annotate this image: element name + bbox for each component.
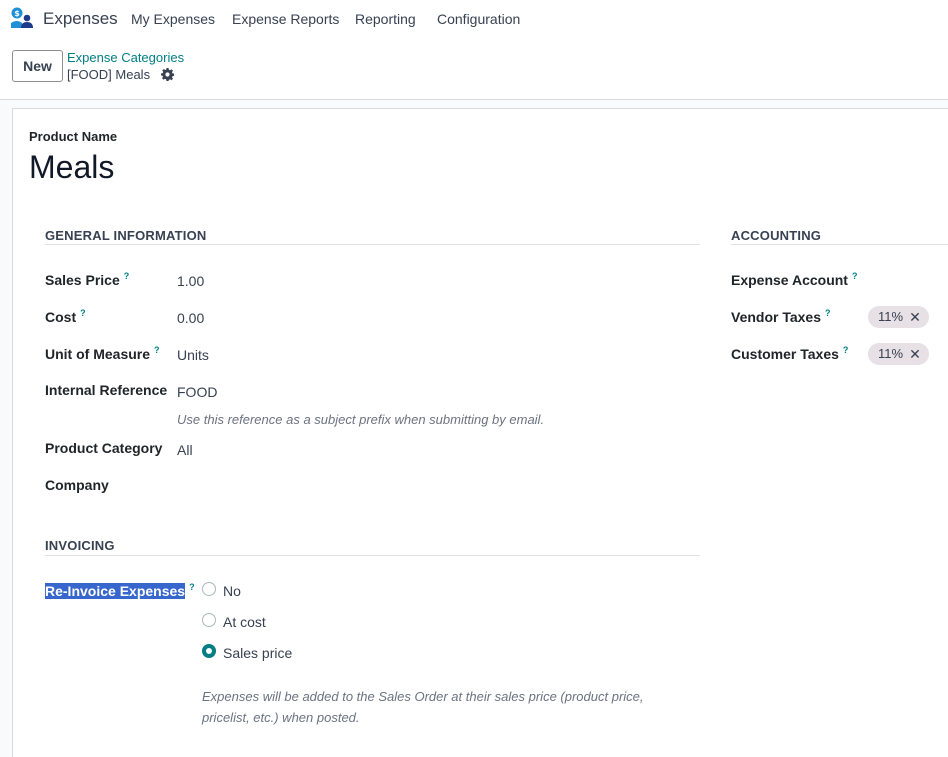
internal-reference-field[interactable]: FOOD: [177, 384, 217, 400]
help-tooltip-icon[interactable]: ?: [189, 582, 195, 592]
breadcrumb-expense-categories[interactable]: Expense Categories: [67, 50, 184, 65]
expenses-app-logo[interactable]: $: [10, 7, 34, 29]
help-tooltip-icon[interactable]: ?: [852, 271, 858, 281]
menu-my-expenses[interactable]: My Expenses: [131, 11, 215, 27]
control-panel: New Expense Categories [FOOD] Meals: [0, 38, 948, 100]
product-category-field[interactable]: All: [177, 442, 193, 458]
cost-label: Cost?: [45, 308, 86, 325]
breadcrumb-current-record: [FOOD] Meals: [67, 67, 151, 82]
internal-reference-label: Internal Reference: [45, 382, 168, 398]
tag-label: 11%: [878, 309, 904, 324]
section-accounting: ACCOUNTING: [731, 228, 822, 243]
section-divider: [45, 555, 700, 556]
menu-expense-reports[interactable]: Expense Reports: [232, 11, 339, 27]
cost-field[interactable]: 0.00: [177, 310, 204, 326]
help-tooltip-icon[interactable]: ?: [124, 271, 130, 281]
help-tooltip-icon[interactable]: ?: [825, 308, 831, 318]
remove-tag-icon[interactable]: ✕: [909, 343, 921, 365]
product-name-field[interactable]: Meals: [29, 149, 114, 186]
product-category-label: Product Category: [45, 440, 163, 456]
section-divider: [45, 244, 700, 245]
internal-reference-help: Use this reference as a subject prefix w…: [177, 412, 545, 427]
menu-reporting[interactable]: Reporting: [355, 11, 416, 27]
sales-price-label: Sales Price?: [45, 271, 130, 288]
form-sheet: [12, 108, 948, 757]
help-tooltip-icon[interactable]: ?: [80, 308, 86, 318]
sales-price-field[interactable]: 1.00: [177, 273, 204, 289]
radio-no[interactable]: [202, 582, 216, 596]
customer-tax-tag: 11% ✕: [868, 343, 929, 365]
radio-at-cost[interactable]: [202, 613, 216, 627]
reinvoice-expenses-label: Re-Invoice Expenses?: [45, 582, 195, 599]
expense-account-label: Expense Account?: [731, 271, 858, 288]
gear-icon[interactable]: [161, 68, 174, 81]
tag-label: 11%: [878, 346, 904, 361]
help-tooltip-icon[interactable]: ?: [843, 345, 849, 355]
top-navbar: $ Expenses My Expenses Expense Reports R…: [0, 0, 948, 38]
unit-of-measure-label: Unit of Measure?: [45, 345, 160, 362]
radio-no-label[interactable]: No: [223, 583, 241, 599]
remove-tag-icon[interactable]: ✕: [909, 306, 921, 328]
vendor-tax-tag: 11% ✕: [868, 306, 929, 328]
vendor-taxes-label: Vendor Taxes?: [731, 308, 831, 325]
section-general-information: GENERAL INFORMATION: [45, 228, 207, 243]
section-invoicing: INVOICING: [45, 538, 115, 553]
customer-taxes-label: Customer Taxes?: [731, 345, 849, 362]
radio-sales-price-label[interactable]: Sales price: [223, 645, 292, 661]
new-button[interactable]: New: [12, 50, 63, 82]
company-label: Company: [45, 477, 109, 493]
radio-at-cost-label[interactable]: At cost: [223, 614, 266, 630]
product-name-label: Product Name: [29, 129, 118, 144]
app-name[interactable]: Expenses: [43, 9, 118, 29]
unit-of-measure-field[interactable]: Units: [177, 347, 209, 363]
radio-sales-price[interactable]: [202, 644, 216, 658]
section-divider: [731, 244, 948, 245]
help-tooltip-icon[interactable]: ?: [154, 345, 160, 355]
svg-text:$: $: [14, 9, 20, 18]
menu-configuration[interactable]: Configuration: [437, 11, 520, 27]
reinvoice-help: Expenses will be added to the Sales Orde…: [202, 689, 644, 725]
